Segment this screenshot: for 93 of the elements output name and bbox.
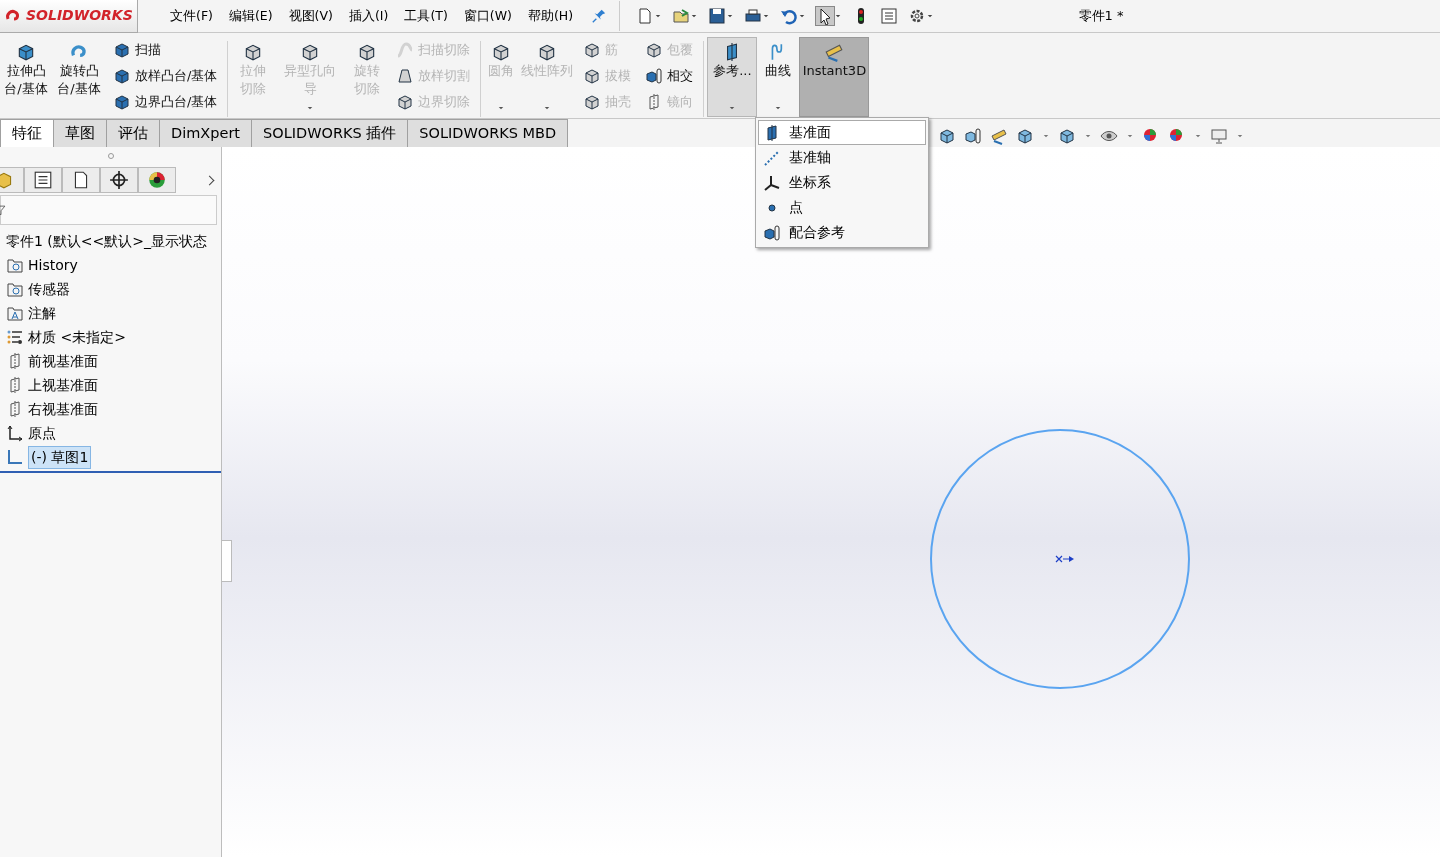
ribbon-button[interactable]: 拉伸凸台/基体 — [0, 37, 52, 117]
panel-tab[interactable] — [62, 167, 100, 193]
caret-icon — [654, 12, 663, 20]
menu-item[interactable]: 视图(V) — [280, 6, 341, 26]
intersect-icon — [645, 67, 664, 85]
options-list-icon[interactable] — [880, 7, 899, 25]
menu-item[interactable]: 文件(F) — [162, 6, 221, 26]
instant3d-icon — [824, 42, 845, 62]
tool-icon — [113, 67, 131, 85]
menu-item[interactable]: 基准面 — [758, 120, 926, 145]
caret-icon — [926, 12, 935, 20]
menu-item[interactable]: 编辑(E) — [220, 6, 281, 26]
property-list-icon — [33, 170, 53, 190]
menu-item[interactable]: 点 — [758, 195, 926, 220]
ribbon-button[interactable]: 曲线 — [757, 37, 800, 117]
caret-icon — [726, 12, 735, 20]
select-cursor-icon[interactable] — [816, 7, 835, 25]
tree-item[interactable]: 前视基准面 — [0, 349, 221, 373]
menu-item[interactable]: 插入(I) — [340, 6, 397, 26]
coordinate-system-icon — [763, 173, 781, 192]
material-icon — [6, 328, 24, 346]
menu-item[interactable]: 坐标系 — [758, 170, 926, 195]
caret-icon — [1194, 132, 1202, 140]
extrude-boss-icon — [16, 42, 36, 62]
ribbon-button[interactable]: 边界凸台/基体 — [110, 89, 221, 115]
sensor-folder-icon — [6, 280, 24, 298]
tree-item[interactable]: History — [0, 253, 221, 277]
menu-item[interactable]: 基准轴 — [758, 145, 926, 170]
menu-item[interactable]: 窗口(W) — [455, 6, 520, 26]
caret-icon — [1042, 132, 1050, 140]
app-logo: SOLIDWORKS — [0, 0, 138, 33]
dynamic-annotation-icon[interactable] — [990, 127, 1008, 145]
filter-field[interactable] — [0, 195, 217, 225]
ribbon-button[interactable]: 放样凸台/基体 — [110, 63, 221, 89]
command-tab[interactable]: DimXpert — [159, 119, 253, 147]
undo-icon[interactable] — [780, 7, 799, 25]
menu-item[interactable]: 帮助(H) — [519, 6, 582, 26]
panel-tab[interactable] — [100, 167, 138, 193]
panel-tab[interactable] — [138, 167, 176, 193]
caret-icon — [834, 12, 843, 20]
command-tab[interactable]: 评估 — [106, 119, 160, 147]
rib-icon — [583, 41, 602, 59]
wrap-icon — [645, 41, 664, 59]
view-box-icon[interactable] — [1016, 127, 1034, 145]
menu-item[interactable]: 配合参考 — [758, 220, 926, 245]
tree-item[interactable]: 零件1 (默认<<默认>_显示状态 — [0, 229, 221, 253]
tree-item[interactable]: 传感器 — [0, 277, 221, 301]
tool-icon — [113, 93, 131, 111]
tree-item[interactable]: 上视基准面 — [0, 373, 221, 397]
section-view-icon[interactable] — [964, 127, 982, 145]
boundary-cut-icon — [396, 93, 415, 111]
panel-tab[interactable] — [24, 167, 62, 193]
command-tab[interactable]: SOLIDWORKS MBD — [407, 119, 569, 147]
tree-item[interactable]: (-) 草图1 — [0, 445, 221, 469]
ribbon-button[interactable]: 参考... — [707, 37, 758, 117]
caret-icon — [690, 12, 699, 20]
sketch-icon — [6, 448, 24, 466]
save-icon[interactable] — [708, 7, 727, 25]
tool-icon — [113, 41, 131, 59]
history-folder-icon — [6, 256, 24, 274]
command-tab[interactable]: 草图 — [53, 119, 107, 147]
mate-reference-icon — [763, 223, 781, 242]
open-folder-icon[interactable] — [672, 7, 691, 25]
view-orient-icon[interactable] — [938, 127, 956, 145]
caret-icon — [798, 12, 807, 20]
tree-item[interactable]: 原点 — [0, 421, 221, 445]
caret-icon — [762, 12, 771, 20]
ribbon-button[interactable]: 扫描 — [110, 37, 221, 63]
tree-item[interactable]: 材质 <未指定> — [0, 325, 221, 349]
menu-item[interactable]: 工具(T) — [396, 6, 456, 26]
ribbon-button[interactable]: 旋转凸台/基体 — [52, 37, 106, 117]
ribbon-button[interactable]: Instant3D — [799, 37, 870, 117]
caret-icon — [1084, 132, 1092, 140]
crosshair-icon — [109, 170, 129, 190]
caret-icon — [1236, 132, 1244, 140]
loft-cut-icon — [396, 67, 415, 85]
command-tab[interactable]: 特征 — [0, 119, 54, 147]
caret-icon — [1126, 132, 1134, 140]
shell-icon — [583, 93, 602, 111]
origin-icon — [6, 424, 24, 442]
tree-item[interactable]: 右视基准面 — [0, 397, 221, 421]
command-tab[interactable]: SOLIDWORKS 插件 — [251, 119, 409, 147]
document-title: 零件1 * — [1077, 7, 1125, 26]
tree-item[interactable]: 注解 — [0, 301, 221, 325]
display-style-icon[interactable] — [1058, 127, 1076, 145]
draft-icon — [583, 67, 602, 85]
sweep-cut-icon — [396, 41, 415, 59]
ribbon-button[interactable]: 相交 — [642, 63, 697, 89]
appearance-ball-icon — [147, 170, 167, 190]
origin-marker-icon — [1055, 555, 1074, 563]
panel-collapse-handle[interactable] — [222, 540, 232, 582]
annotation-folder-icon — [6, 304, 24, 322]
pin-icon — [591, 8, 608, 24]
